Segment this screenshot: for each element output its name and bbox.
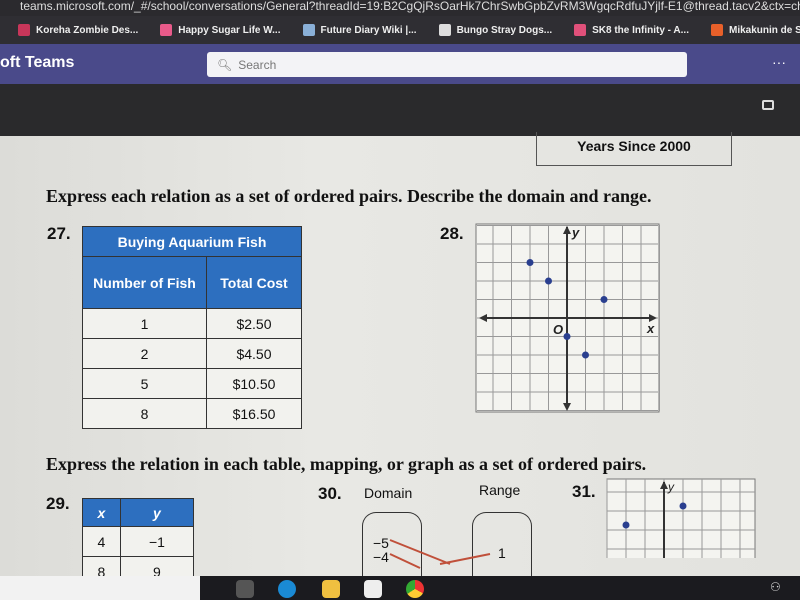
table-caption: Buying Aquarium Fish [82,226,302,257]
data-point [600,296,608,303]
edge-icon[interactable] [278,580,296,598]
table-cell: $4.50 [206,338,302,369]
search-input[interactable]: 🔍︎ Search [207,52,687,77]
data-point [582,351,589,359]
table-row: 2 $4.50 [82,338,302,369]
table-cell: −1 [119,526,195,557]
bookmark-label: Mikakunin de Shink... [728,24,800,36]
x-axis-label: x [646,321,655,336]
bookmark-favicon-icon [574,24,587,36]
more-options-button[interactable]: ··· [772,54,786,70]
problem-30-number: 30. [318,484,342,503]
mail-icon[interactable] [364,580,382,598]
bookmark-label: Happy Sugar Life W... [178,24,281,36]
table-cell: 1 [82,308,207,339]
bookmark-item[interactable]: Bungo Stray Dogs... [438,24,553,36]
origin-label: O [553,322,563,337]
table-cell: $2.50 [206,308,302,339]
problem-31-graph: y [606,478,756,558]
instruction-1: Express each relation as a set of ordere… [46,186,652,206]
address-bar[interactable]: teams.microsoft.com/_#/school/conversati… [0,0,800,16]
search-placeholder: Search [238,57,277,72]
problem-28-graph: x y O [475,223,660,413]
channel-toolbar [0,84,800,136]
textbook-photo: Years Since 2000 Express each relation a… [0,132,800,587]
col-header: x [82,498,121,527]
task-view-icon[interactable] [236,580,254,598]
table-cell: 8 [82,398,207,429]
teams-header: oft Teams 🔍︎ Search ··· [0,44,800,84]
table-cell: $16.50 [206,398,302,429]
table-cell: 2 [82,338,207,369]
table-row: 5 $10.50 [82,368,302,399]
y-axis-label: y [571,225,580,240]
col-header: y [119,498,195,527]
taskbar: ⚇ [0,576,800,600]
mapping-arrows [389,539,491,569]
table-row: 4 −1 [82,526,195,557]
data-point [563,333,571,340]
problem-28-number: 28. [440,224,464,243]
col-header: Total Cost [206,256,302,309]
data-point [622,521,630,529]
bookmark-label: Koreha Zombie Des... [36,24,139,36]
bookmark-item[interactable]: Future Diary Wiki |... [302,24,417,36]
people-icon[interactable]: ⚇ [770,580,781,594]
table-cell: 5 [82,368,207,399]
bookmark-label: SK8 the Infinity - A... [592,24,689,36]
bookmarks-bar: Koreha Zombie Des... Happy Sugar Life W..… [0,16,800,44]
instruction-2: Express the relation in each table, mapp… [46,454,647,474]
y-axis-label: y [667,480,675,494]
table-row: 8 $16.50 [82,398,302,429]
search-icon: 🔍︎ [217,57,233,72]
domain-label: Domain [364,485,413,501]
expand-icon[interactable] [762,100,774,110]
table-cell: 4 [82,526,121,557]
bookmark-favicon-icon [302,24,315,36]
bookmark-favicon-icon [160,24,173,36]
aquarium-table: Buying Aquarium Fish Number of Fish Total… [82,226,302,429]
years-label: Years Since 2000 [536,132,732,166]
col-header: Number of Fish [82,256,207,309]
problem-31-number: 31. [572,482,596,501]
xy-table: xy 4 −1 8 9 [82,498,195,587]
range-label: Range [479,482,521,498]
bookmark-item[interactable]: SK8 the Infinity - A... [574,24,689,36]
bookmark-item[interactable]: Happy Sugar Life W... [160,24,281,36]
bookmark-item[interactable]: Koreha Zombie Des... [18,24,138,36]
bookmark-label: Future Diary Wiki |... [320,24,417,36]
file-explorer-icon[interactable] [322,580,340,598]
problem-29-number: 29. [46,494,70,513]
data-point [679,502,687,510]
bookmark-label: Bungo Stray Dogs... [456,24,553,36]
table-row: 1 $2.50 [82,308,302,339]
table-cell: $10.50 [206,368,302,399]
chrome-icon[interactable] [406,580,424,598]
app-title: oft Teams [0,54,75,71]
data-point [545,277,552,285]
bookmark-favicon-icon [710,24,723,36]
bookmark-item[interactable]: Mikakunin de Shink... [710,24,800,36]
bookmark-favicon-icon [18,24,30,36]
bookmark-favicon-icon [438,24,451,36]
problem-27-number: 27. [47,224,71,243]
graph-frame [606,478,756,558]
data-point [526,259,534,266]
